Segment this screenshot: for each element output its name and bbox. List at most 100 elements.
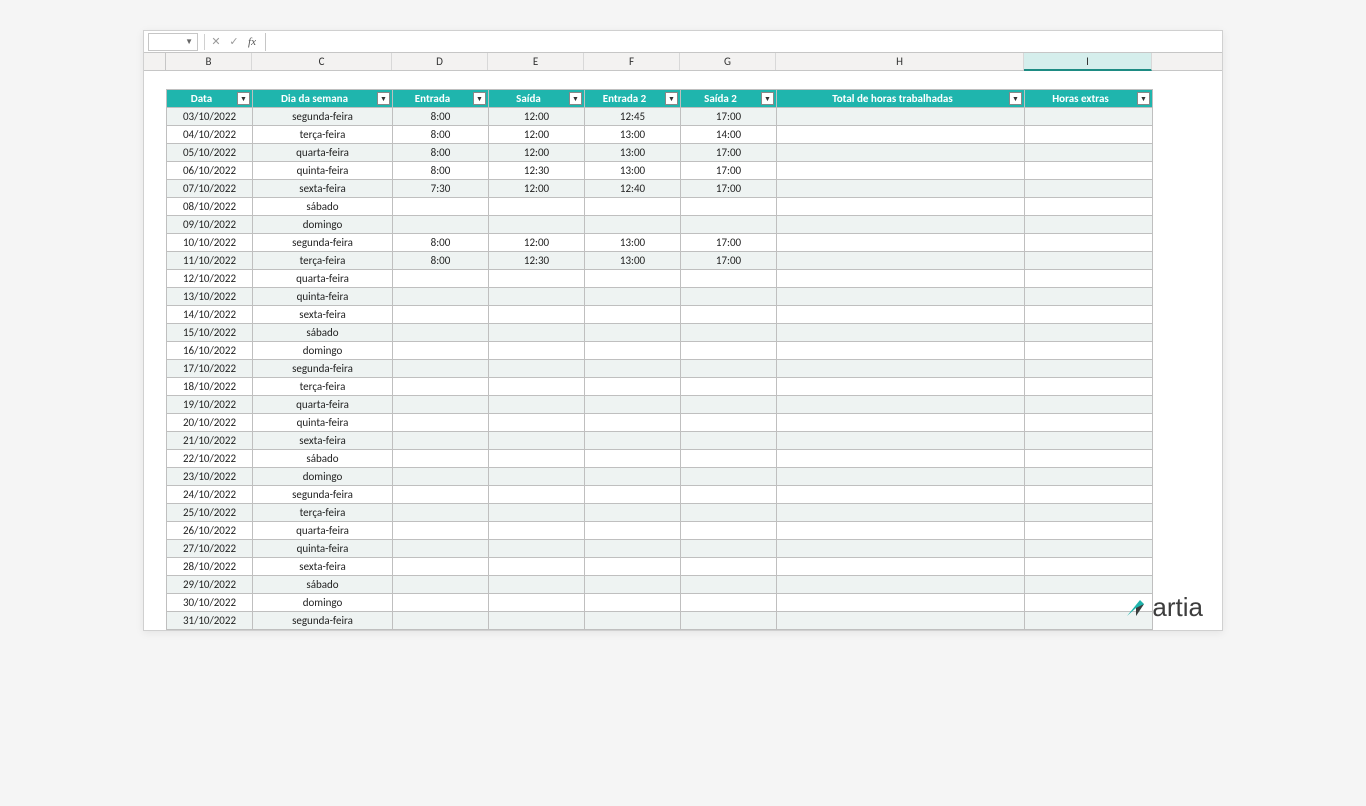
- cell-out2[interactable]: [681, 558, 777, 576]
- cell-out2[interactable]: [681, 432, 777, 450]
- cell-extra[interactable]: [1025, 450, 1153, 468]
- cell-extra[interactable]: [1025, 558, 1153, 576]
- cell-out2[interactable]: [681, 396, 777, 414]
- filter-dropdown-icon[interactable]: ▼: [377, 92, 390, 105]
- cell-extra[interactable]: [1025, 576, 1153, 594]
- cell-in1[interactable]: [393, 270, 489, 288]
- table-header-cell[interactable]: Total de horas trabalhadas▼: [777, 90, 1025, 108]
- cell-total[interactable]: [777, 270, 1025, 288]
- cell-in2[interactable]: [585, 594, 681, 612]
- cell-date[interactable]: 19/10/2022: [167, 396, 253, 414]
- cell-out2[interactable]: 17:00: [681, 252, 777, 270]
- cell-out2[interactable]: [681, 288, 777, 306]
- cell-in2[interactable]: [585, 612, 681, 630]
- cell-out1[interactable]: [489, 288, 585, 306]
- cell-in2[interactable]: [585, 558, 681, 576]
- cell-day[interactable]: sexta-feira: [253, 432, 393, 450]
- cell-day[interactable]: sexta-feira: [253, 306, 393, 324]
- cell-in2[interactable]: [585, 396, 681, 414]
- cell-out1[interactable]: 12:00: [489, 144, 585, 162]
- cell-extra[interactable]: [1025, 432, 1153, 450]
- cell-day[interactable]: quinta-feira: [253, 540, 393, 558]
- cell-out1[interactable]: [489, 432, 585, 450]
- cell-out2[interactable]: [681, 612, 777, 630]
- cell-in2[interactable]: [585, 198, 681, 216]
- cell-in1[interactable]: 8:00: [393, 108, 489, 126]
- cell-in2[interactable]: [585, 522, 681, 540]
- cell-out1[interactable]: [489, 450, 585, 468]
- cell-date[interactable]: 25/10/2022: [167, 504, 253, 522]
- cell-total[interactable]: [777, 360, 1025, 378]
- cell-in2[interactable]: 13:00: [585, 126, 681, 144]
- cell-total[interactable]: [777, 324, 1025, 342]
- cell-extra[interactable]: [1025, 414, 1153, 432]
- cell-extra[interactable]: [1025, 162, 1153, 180]
- cell-out2[interactable]: [681, 522, 777, 540]
- cell-in1[interactable]: 8:00: [393, 252, 489, 270]
- cell-out1[interactable]: [489, 324, 585, 342]
- cell-day[interactable]: quinta-feira: [253, 414, 393, 432]
- cell-extra[interactable]: [1025, 396, 1153, 414]
- cell-date[interactable]: 18/10/2022: [167, 378, 253, 396]
- cell-in2[interactable]: 13:00: [585, 234, 681, 252]
- cell-extra[interactable]: [1025, 288, 1153, 306]
- cell-in1[interactable]: 7:30: [393, 180, 489, 198]
- cell-total[interactable]: [777, 306, 1025, 324]
- cell-date[interactable]: 11/10/2022: [167, 252, 253, 270]
- cell-date[interactable]: 20/10/2022: [167, 414, 253, 432]
- cell-extra[interactable]: [1025, 198, 1153, 216]
- cell-out2[interactable]: [681, 594, 777, 612]
- cell-extra[interactable]: [1025, 234, 1153, 252]
- cell-extra[interactable]: [1025, 252, 1153, 270]
- cell-date[interactable]: 23/10/2022: [167, 468, 253, 486]
- cell-extra[interactable]: [1025, 270, 1153, 288]
- cell-in1[interactable]: 8:00: [393, 162, 489, 180]
- table-header-cell[interactable]: Data▼: [167, 90, 253, 108]
- cell-out2[interactable]: [681, 450, 777, 468]
- cell-out2[interactable]: 17:00: [681, 144, 777, 162]
- cell-total[interactable]: [777, 414, 1025, 432]
- cell-in2[interactable]: [585, 486, 681, 504]
- cell-day[interactable]: domingo: [253, 216, 393, 234]
- cell-in1[interactable]: [393, 450, 489, 468]
- cell-in1[interactable]: [393, 198, 489, 216]
- cell-out1[interactable]: [489, 306, 585, 324]
- column-header-B[interactable]: B: [166, 53, 252, 70]
- cell-in1[interactable]: [393, 378, 489, 396]
- cell-in2[interactable]: [585, 288, 681, 306]
- cell-out2[interactable]: 17:00: [681, 180, 777, 198]
- cell-total[interactable]: [777, 558, 1025, 576]
- cell-out2[interactable]: [681, 324, 777, 342]
- cell-extra[interactable]: [1025, 216, 1153, 234]
- cell-day[interactable]: quarta-feira: [253, 270, 393, 288]
- cell-out1[interactable]: 12:00: [489, 108, 585, 126]
- cell-date[interactable]: 17/10/2022: [167, 360, 253, 378]
- column-header-E[interactable]: E: [488, 53, 584, 70]
- cell-total[interactable]: [777, 468, 1025, 486]
- cell-out1[interactable]: [489, 504, 585, 522]
- cell-in2[interactable]: [585, 576, 681, 594]
- cell-in1[interactable]: [393, 612, 489, 630]
- cell-date[interactable]: 12/10/2022: [167, 270, 253, 288]
- cell-day[interactable]: segunda-feira: [253, 360, 393, 378]
- cell-date[interactable]: 03/10/2022: [167, 108, 253, 126]
- cell-day[interactable]: quinta-feira: [253, 288, 393, 306]
- cancel-icon[interactable]: ✕: [207, 33, 225, 51]
- cell-extra[interactable]: [1025, 306, 1153, 324]
- cell-in1[interactable]: [393, 288, 489, 306]
- cell-total[interactable]: [777, 522, 1025, 540]
- cell-day[interactable]: terça-feira: [253, 504, 393, 522]
- table-header-cell[interactable]: Saída▼: [489, 90, 585, 108]
- cell-date[interactable]: 13/10/2022: [167, 288, 253, 306]
- cell-out1[interactable]: [489, 198, 585, 216]
- cell-total[interactable]: [777, 144, 1025, 162]
- cell-date[interactable]: 24/10/2022: [167, 486, 253, 504]
- cell-in1[interactable]: [393, 342, 489, 360]
- cell-in1[interactable]: [393, 558, 489, 576]
- cell-day[interactable]: sexta-feira: [253, 180, 393, 198]
- cell-out1[interactable]: 12:30: [489, 162, 585, 180]
- cell-day[interactable]: quarta-feira: [253, 522, 393, 540]
- cell-day[interactable]: segunda-feira: [253, 234, 393, 252]
- cell-out2[interactable]: [681, 342, 777, 360]
- cell-date[interactable]: 05/10/2022: [167, 144, 253, 162]
